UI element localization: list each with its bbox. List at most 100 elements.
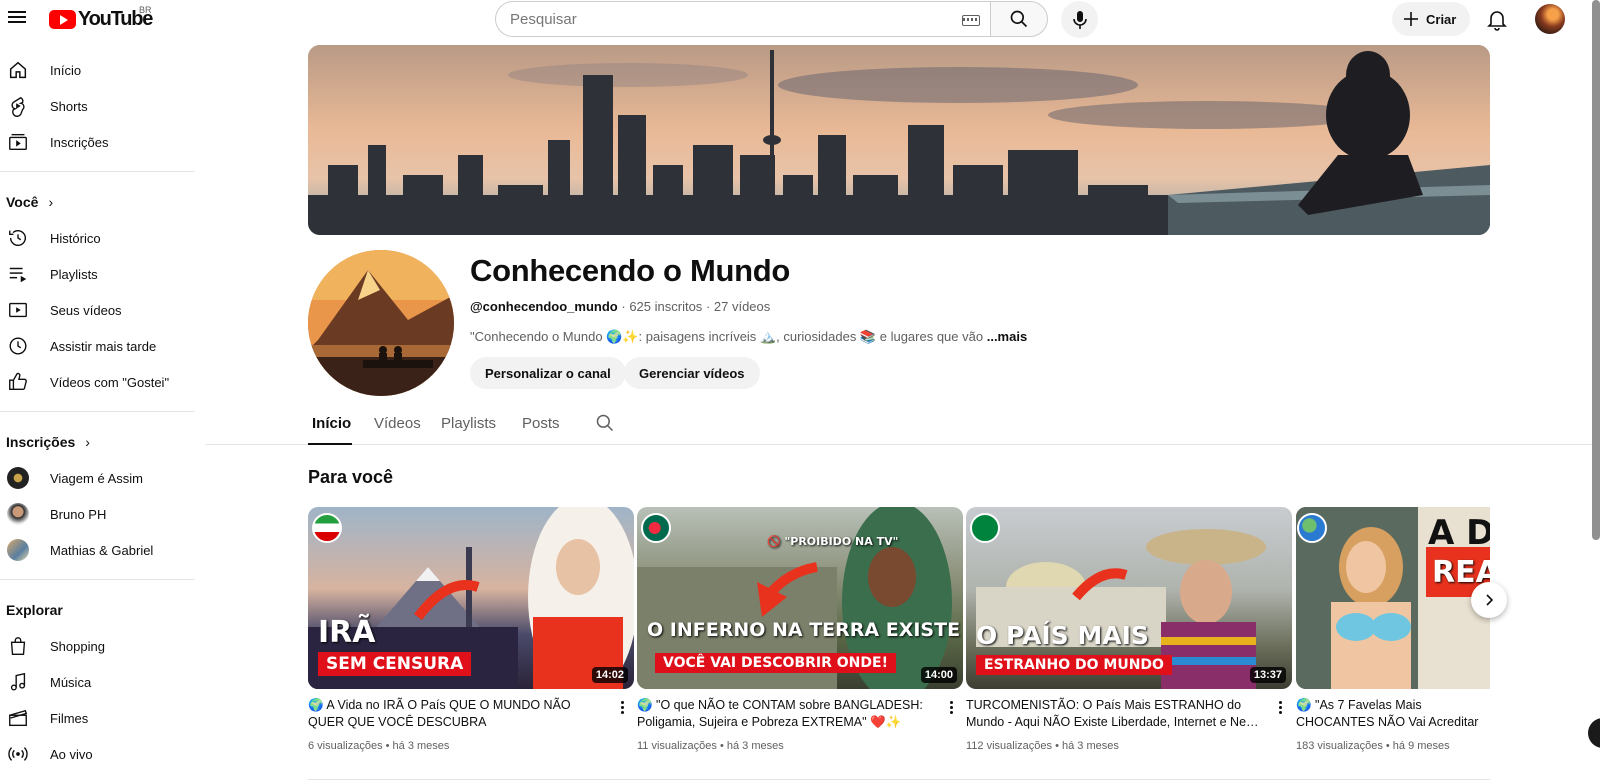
turkmenistan-flag-icon: [970, 513, 1000, 543]
video-card[interactable]: IRÃ SEM CENSURA 14:02 🌍 A Vida no IRÃ O …: [308, 507, 634, 752]
sidebar-item-home[interactable]: Início: [0, 52, 195, 88]
sidebar-item-label: Ao vivo: [50, 746, 93, 762]
search-input[interactable]: [510, 10, 976, 28]
sub-avatar: [6, 538, 30, 562]
video-title[interactable]: TURCOMENISTÃO: O País Mais ESTRANHO do M…: [966, 697, 1266, 731]
bangladesh-flag-icon: [641, 513, 671, 543]
video-meta: 183 visualizações • há 9 meses: [1296, 740, 1450, 752]
notifications-bell-icon[interactable]: [1485, 7, 1509, 31]
more-link[interactable]: ...mais: [987, 329, 1027, 344]
channel-tabs: Início Vídeos Playlists Posts: [308, 403, 1600, 445]
description-text: "Conhecendo o Mundo 🌍✨: paisagens incrív…: [470, 329, 984, 344]
sidebar-item-subscriptions[interactable]: Inscrições: [0, 124, 195, 160]
customize-channel-button[interactable]: Personalizar o canal: [470, 357, 626, 389]
sidebar-item-label: Shopping: [50, 638, 105, 654]
sub-avatar: [6, 502, 30, 526]
youtube-play-icon: [49, 9, 76, 29]
video-card[interactable]: 🚫 "PROIBIDO NA TV" O INFERNO NA TERRA EX…: [637, 507, 963, 752]
tab-playlists[interactable]: Playlists: [441, 415, 496, 432]
plus-icon: [1404, 12, 1418, 26]
sidebar-item-label: Inscrições: [50, 134, 109, 150]
keyboard-icon[interactable]: [962, 15, 980, 26]
channel-handle: @conhecendoo_mundo: [470, 299, 618, 314]
you-heading-label: Você: [6, 194, 39, 210]
thumbnail-caption-red: VOCÊ VAI DESCOBRIR ONDE!: [655, 653, 896, 673]
sidebar-item-watch-later[interactable]: Assistir mais tarde: [0, 328, 195, 364]
sidebar-divider: [0, 579, 195, 580]
playlists-icon: [6, 262, 30, 286]
sidebar-item-music[interactable]: Música: [0, 664, 195, 700]
sidebar-you-heading[interactable]: Você ›: [0, 184, 195, 220]
page-scrollbar[interactable]: [1592, 0, 1600, 540]
shopping-icon: [6, 634, 30, 658]
create-button[interactable]: Criar: [1392, 2, 1471, 36]
sidebar-item-label: Viagem é Assim: [50, 470, 143, 486]
video-thumbnail[interactable]: 🚫 "PROIBIDO NA TV" O INFERNO NA TERRA EX…: [637, 507, 963, 689]
sidebar-subscriptions-heading[interactable]: Inscrições ›: [0, 424, 195, 460]
sidebar-item-label: Playlists: [50, 266, 98, 282]
search-button[interactable]: [990, 1, 1048, 37]
tabs-divider: [205, 444, 308, 445]
create-label: Criar: [1426, 11, 1457, 27]
floating-action-button[interactable]: [1588, 718, 1600, 748]
channel-avatar[interactable]: [308, 250, 454, 396]
sidebar-item-your-videos[interactable]: Seus vídeos: [0, 292, 195, 328]
more-actions-icon[interactable]: [614, 697, 630, 717]
subscriptions-heading-label: Inscrições: [6, 434, 76, 450]
sidebar-sub-mathias[interactable]: Mathias & Gabriel: [0, 532, 195, 568]
channel-meta: @conhecendoo_mundo · 625 inscritos · 27 …: [470, 299, 770, 314]
video-card[interactable]: O PAÍS MAIS ESTRANHO DO MUNDO 13:37 TURC…: [966, 507, 1292, 752]
sidebar-item-label: Mathias & Gabriel: [50, 542, 154, 558]
menu-icon[interactable]: [6, 8, 28, 30]
home-icon: [6, 58, 30, 82]
channel-description[interactable]: "Conhecendo o Mundo 🌍✨: paisagens incrív…: [470, 329, 1027, 345]
tab-posts[interactable]: Posts: [522, 415, 560, 432]
sidebar-divider: [0, 411, 195, 412]
manage-videos-button[interactable]: Gerenciar vídeos: [624, 357, 760, 389]
search-icon[interactable]: [595, 413, 615, 433]
search-bar: [495, 1, 1048, 37]
tab-videos[interactable]: Vídeos: [374, 415, 421, 432]
carousel-next-button[interactable]: [1471, 582, 1507, 618]
explore-heading-label: Explorar: [6, 602, 63, 618]
subscriber-count: 625 inscritos: [629, 299, 703, 314]
video-title[interactable]: 🌍 "As 7 Favelas Mais CHOCANTES NÃO Vai A…: [1296, 697, 1490, 731]
sidebar-item-label: Música: [50, 674, 92, 690]
youtube-logo[interactable]: YouTube: [49, 8, 153, 30]
live-icon: [6, 742, 30, 766]
section-divider: [308, 779, 1490, 780]
voice-search-button[interactable]: [1061, 1, 1098, 38]
video-meta: 112 visualizações • há 3 meses: [966, 740, 1119, 752]
meta-separator: ·: [705, 299, 714, 314]
sidebar-item-shopping[interactable]: Shopping: [0, 628, 195, 664]
video-title[interactable]: 🌍 A Vida no IRÃ O País QUE O MUNDO NÃO Q…: [308, 697, 608, 731]
sidebar-item-liked[interactable]: Vídeos com "Gostei": [0, 364, 195, 400]
video-thumbnail[interactable]: A D REAL: [1296, 507, 1490, 689]
sidebar-item-label: Vídeos com "Gostei": [50, 374, 170, 390]
sidebar-sub-bruno[interactable]: Bruno PH: [0, 496, 195, 532]
more-actions-icon[interactable]: [943, 697, 959, 717]
video-thumbnail[interactable]: IRÃ SEM CENSURA 14:02: [308, 507, 634, 689]
sidebar-item-movies[interactable]: Filmes: [0, 700, 195, 736]
sidebar-item-label: Início: [50, 62, 82, 78]
video-card[interactable]: A D REAL 🌍 "As 7 Favelas Mais CHOCANTES …: [1296, 507, 1490, 752]
sidebar-item-history[interactable]: Histórico: [0, 220, 195, 256]
watch-later-icon: [6, 334, 30, 358]
sidebar-sub-viagem[interactable]: Viagem é Assim: [0, 460, 195, 496]
account-avatar[interactable]: [1535, 4, 1565, 34]
chevron-right-icon: ›: [85, 434, 90, 450]
sidebar-divider: [0, 171, 195, 172]
sidebar-item-shorts[interactable]: Shorts: [0, 88, 195, 124]
sidebar-item-label: Histórico: [50, 230, 101, 246]
sidebar-item-live[interactable]: Ao vivo: [0, 736, 195, 772]
video-duration: 13:37: [1249, 667, 1286, 683]
your-videos-icon: [6, 298, 30, 322]
chevron-right-icon: [1486, 594, 1494, 606]
region-code: BR: [139, 5, 152, 15]
iran-flag-icon: [312, 513, 342, 543]
video-thumbnail[interactable]: O PAÍS MAIS ESTRANHO DO MUNDO 13:37: [966, 507, 1292, 689]
tab-home[interactable]: Início: [312, 415, 351, 432]
video-title[interactable]: 🌍 "O que NÃO te CONTAM sobre BANGLADESH:…: [637, 697, 937, 731]
sidebar-item-playlists[interactable]: Playlists: [0, 256, 195, 292]
more-actions-icon[interactable]: [1272, 697, 1288, 717]
